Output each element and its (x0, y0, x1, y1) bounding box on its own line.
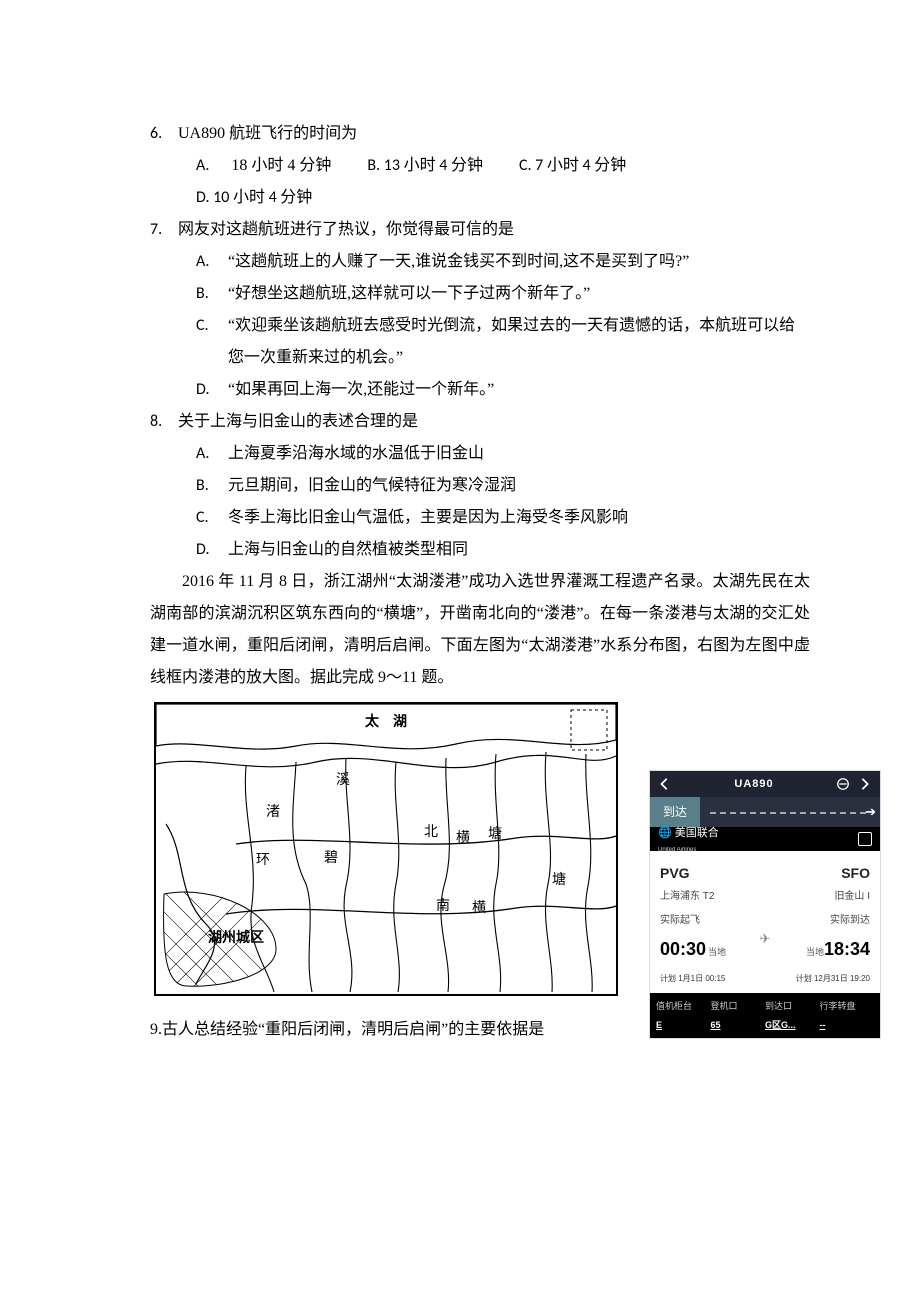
minus-icon[interactable] (836, 777, 850, 791)
bot-val-0: E (656, 1016, 711, 1034)
bot-label-1: 登机口 (711, 997, 766, 1015)
plane-icon: ✈ (760, 926, 771, 952)
q8-option-a: A. 上海夏季沿海水域的水温低于旧金山 (196, 438, 810, 470)
bot-label-0: 值机柜台 (656, 997, 711, 1015)
bot-label-3: 行李转盘 (820, 997, 875, 1015)
arr-plan: 计划 12月31日 19:20 (796, 971, 870, 987)
q6-number: 6. (150, 118, 178, 150)
arrow-icon: ➔ (865, 799, 876, 825)
q6-option-d: D. 10 小时 4 分钟 (196, 182, 312, 214)
progress-bar: ➔ (700, 797, 880, 827)
map-label-taihu: 太 湖 (365, 713, 407, 730)
q6-option-b: B. 13 小时 4 分钟 (367, 150, 483, 182)
bot-val-3: -- (820, 1016, 875, 1034)
q6-option-c: C. 7 小时 4 分钟 (519, 150, 626, 182)
arr-actual-label: 实际到达 (804, 911, 870, 931)
map-label-tang2: 塘 (552, 872, 566, 888)
q8-option-b: B. 元旦期间，旧金山的气候特征为寒冷湿润 (196, 470, 810, 502)
bot-label-2: 到达口 (765, 997, 820, 1015)
q8-option-d: D. 上海与旧金山的自然植被类型相同 (196, 534, 810, 566)
q8-number: 8. (150, 406, 178, 438)
q7-option-c: C. “欢迎乘坐该趟航班去感受时光倒流，如果过去的一天有遗憾的话，本航班可以给您… (196, 310, 810, 374)
passage-text: 2016 年 11 月 8 日，浙江湖州“太湖溇港”成功入选世界灌溉工程遗产名录… (150, 566, 810, 694)
arr-code: SFO (834, 859, 870, 887)
map-label-heng1: 横 (456, 830, 470, 846)
dep-plan: 计划 1月1日 00:15 (660, 971, 725, 987)
dep-time: 00:30 (660, 939, 706, 959)
flight-title: UA890 (680, 773, 828, 795)
q7-option-a: A. “这趟航班上的人赚了一天,谁说金钱买不到时间,这不是买到了吗?” (196, 246, 810, 278)
q6-stem: UA890 航班飞行的时间为 (178, 118, 357, 150)
share-icon[interactable] (858, 777, 872, 791)
q7-option-b: B. “好想坐这趟航班,这样就可以一下子过两个新年了。” (196, 278, 810, 310)
flight-card: UA890 到达 ➔ 🌐 美国联合 United Airlines (650, 771, 880, 1038)
map-label-bi: 碧 (324, 850, 338, 866)
q7-stem: 网友对这趟航班进行了热议，你觉得最可信的是 (178, 214, 514, 246)
q7-number: 7. (150, 214, 178, 246)
map-label-nan: 南 (436, 898, 450, 914)
dep-actual-label: 实际起飞 (660, 911, 726, 931)
map-label-heng2: 横 (472, 900, 486, 916)
back-icon[interactable] (658, 777, 672, 791)
bot-val-2: G区G... (765, 1016, 820, 1034)
map-label-zhu: 渚 (266, 804, 280, 820)
dep-name: 上海浦东 T2 (660, 887, 714, 907)
arr-time: 18:34 (824, 939, 870, 959)
map-label-huan: 环 (256, 853, 270, 868)
map-label-tang1: 塘 (488, 826, 502, 842)
q6-option-a: A. 18 小时 4 分钟 (196, 150, 331, 182)
q8-stem: 关于上海与旧金山的表述合理的是 (178, 406, 418, 438)
map-figure: 太 湖 溪 渚 环 碧 北 横 塘 南 横 塘 湖州城区 (154, 702, 618, 996)
info-icon[interactable] (858, 832, 872, 846)
bot-val-1: 65 (711, 1016, 766, 1034)
q7-option-d: D. “如果再回上海一次,还能过一个新年。” (196, 374, 810, 406)
q8-option-c: C. 冬季上海比旧金山气温低，主要是因为上海受冬季风影响 (196, 502, 810, 534)
airline-brand: 🌐 美国联合 United Airlines (658, 822, 719, 856)
map-label-xi: 溪 (336, 772, 350, 788)
map-label-city: 湖州城区 (208, 929, 264, 946)
dep-code: PVG (660, 859, 714, 887)
q6-options: A. 18 小时 4 分钟 B. 13 小时 4 分钟 C. 7 小时 4 分钟… (196, 150, 810, 214)
map-label-bei: 北 (424, 824, 438, 840)
arr-name: 旧金山 I (834, 887, 870, 907)
